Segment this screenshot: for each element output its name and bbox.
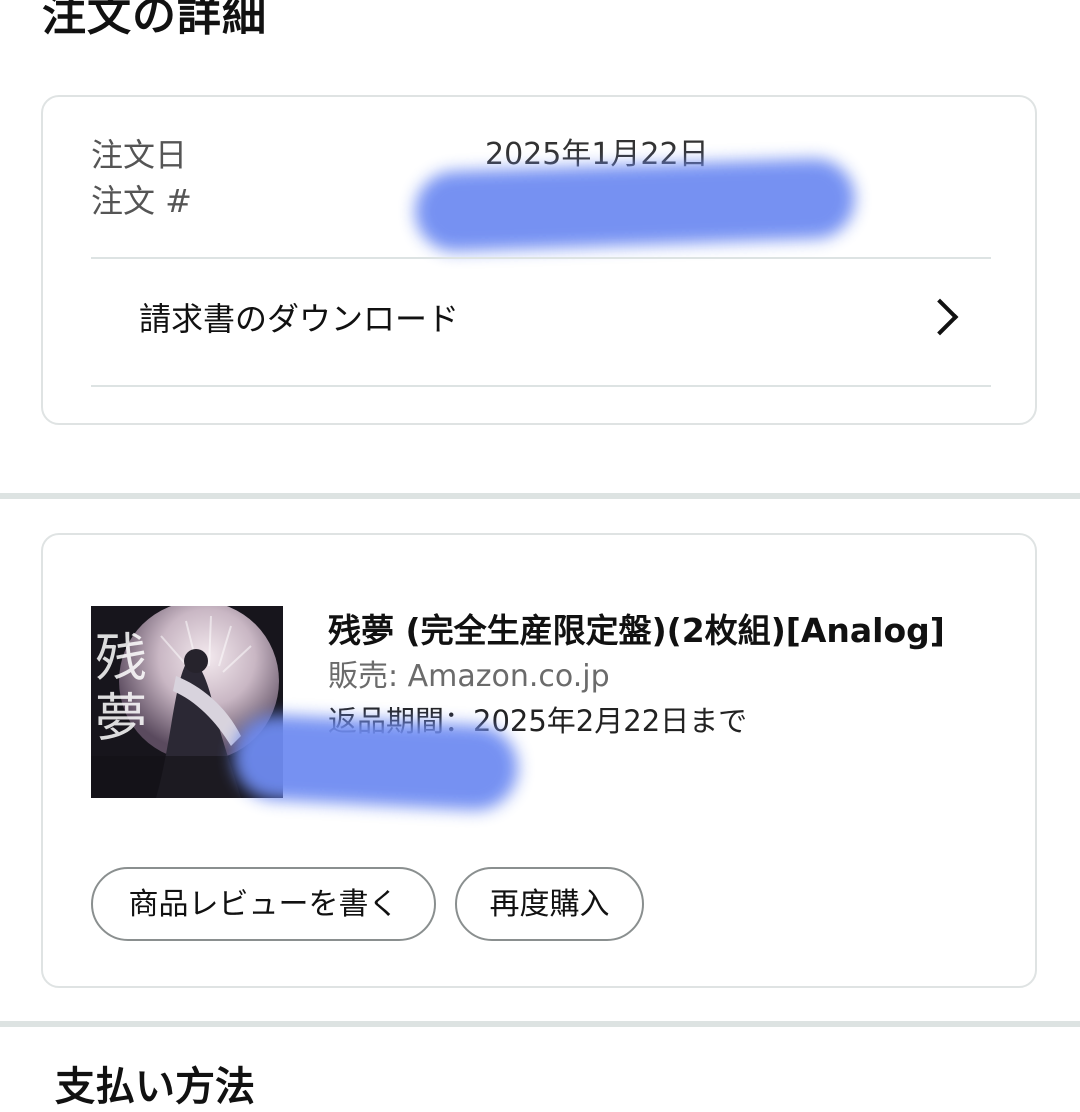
order-number-redaction [413, 157, 857, 253]
order-number-label: 注文 # [91, 182, 192, 220]
seller-text: 販売: Amazon.co.jp [328, 659, 610, 694]
section-separator [0, 1021, 1080, 1027]
payment-method-heading: 支払い方法 [55, 1064, 255, 1110]
divider [91, 257, 991, 259]
product-title[interactable]: 残夢 (完全生産限定盤)(2枚組)[Analog] [328, 609, 945, 653]
invoice-download-label: 請求書のダウンロード [139, 300, 460, 338]
price-redaction [230, 712, 521, 813]
divider [91, 385, 991, 387]
write-review-button[interactable]: 商品レビューを書く [91, 867, 436, 941]
page-title: 注文の詳細 [42, 0, 267, 41]
section-separator [0, 493, 1080, 499]
order-info-card: 注文日 2025年1月22日 注文 # 請求書のダウンロード [41, 95, 1037, 425]
order-date-label: 注文日 [91, 136, 188, 174]
chevron-right-icon [921, 298, 959, 336]
cover-title-char-2: 夢 [95, 689, 147, 749]
item-card: 残 夢 残夢 (完全生産限定盤)(2枚組)[Analog] 販売: Amazon… [41, 533, 1037, 988]
buy-again-button[interactable]: 再度購入 [455, 867, 644, 941]
invoice-download-link[interactable]: 請求書のダウンロード [91, 260, 991, 385]
cover-title-char-1: 残 [95, 629, 147, 689]
